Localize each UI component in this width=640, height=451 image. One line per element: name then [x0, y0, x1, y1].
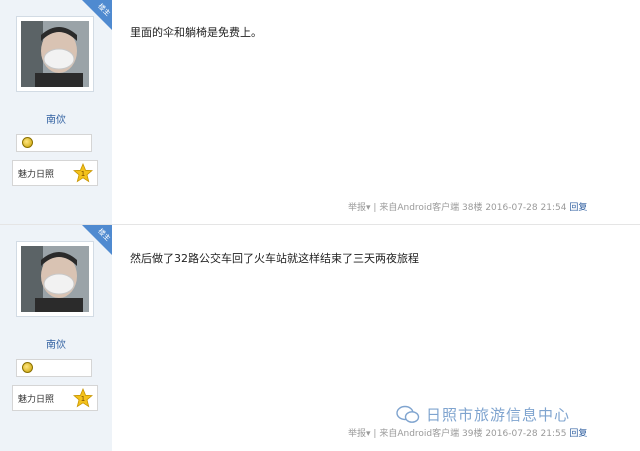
- medal-box: [16, 134, 92, 152]
- author-sidebar: 楼主 南佽 魅力日照 1: [0, 225, 112, 451]
- medal-icon: [22, 362, 33, 373]
- svg-text:1: 1: [81, 395, 85, 403]
- owner-badge: 楼主: [82, 225, 112, 255]
- wechat-icon: [396, 405, 420, 423]
- floor-number: 38楼: [462, 203, 483, 213]
- report-link[interactable]: 举报▾: [348, 429, 371, 439]
- medal-icon: [22, 137, 33, 148]
- post-meta: 举报▾ | 来自Android客户端 38楼 2016-07-28 21:54 …: [348, 200, 587, 213]
- charm-level-box: 魅力日照 1: [12, 160, 98, 186]
- source-label: 来自Android客户端: [379, 203, 460, 213]
- divider: |: [373, 203, 377, 213]
- reply-link[interactable]: 回复: [569, 203, 587, 213]
- divider: |: [373, 429, 377, 439]
- owner-badge: 楼主: [82, 0, 112, 30]
- source-label: 来自Android客户端: [379, 429, 460, 439]
- charm-label: 魅力日照: [18, 170, 55, 180]
- svg-text:1: 1: [81, 170, 85, 178]
- reply-link[interactable]: 回复: [569, 429, 587, 439]
- report-link[interactable]: 举报▾: [348, 203, 371, 213]
- author-name[interactable]: 南佽: [0, 111, 112, 126]
- post-time: 2016-07-28 21:54: [485, 203, 567, 213]
- post-time: 2016-07-28 21:55: [485, 429, 567, 439]
- post-content: 然后做了32路公交车回了火车站就这样结束了三天两夜旅程: [130, 252, 419, 265]
- post-38: 楼主 南佽 魅力日照 1 里面的伞和躺椅是免费上。 举报▾ | 来自Androi…: [0, 0, 640, 224]
- post-meta: 举报▾ | 来自Android客户端 39楼 2016-07-28 21:55 …: [348, 426, 587, 439]
- charm-level-box: 魅力日照 1: [12, 385, 98, 411]
- medal-box: [16, 359, 92, 377]
- star-icon: 1: [73, 388, 93, 408]
- charm-label: 魅力日照: [18, 395, 55, 405]
- star-icon: 1: [73, 163, 93, 183]
- post-content: 里面的伞和躺椅是免费上。: [130, 26, 262, 39]
- author-name[interactable]: 南佽: [0, 336, 112, 351]
- floor-number: 39楼: [462, 429, 483, 439]
- author-sidebar: 楼主 南佽 魅力日照 1: [0, 0, 112, 224]
- watermark-text: 日照市旅游信息中心: [426, 406, 571, 424]
